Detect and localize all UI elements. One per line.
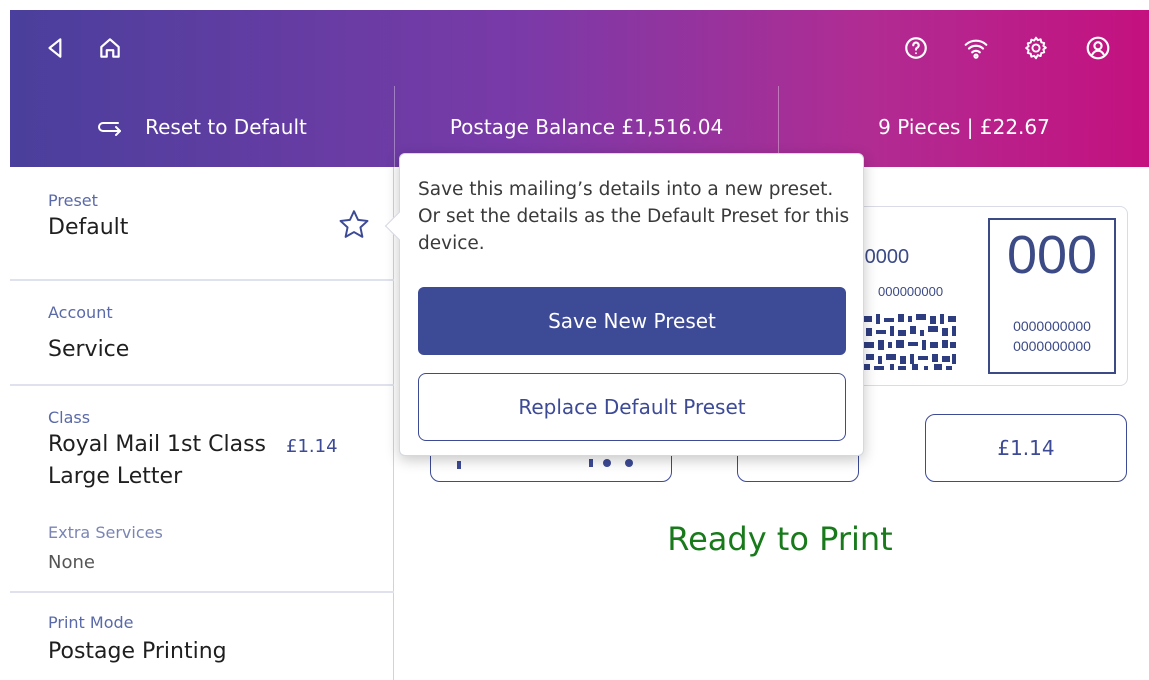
account-icon[interactable] bbox=[1080, 30, 1116, 66]
pieces-label: 9 Pieces | £22.67 bbox=[878, 114, 1050, 139]
indicium-line-1: 0000000000 bbox=[1013, 318, 1091, 334]
account-label: Account bbox=[48, 303, 113, 322]
sidebar-item-print-mode[interactable]: Print Mode Postage Printing bbox=[10, 593, 393, 680]
reset-label: Reset to Default bbox=[145, 114, 307, 139]
sidebar-item-extra-services[interactable]: Extra Services None bbox=[10, 512, 393, 588]
postage-value-label: £1.14 bbox=[997, 436, 1055, 460]
preset-label: Preset bbox=[48, 191, 98, 210]
help-icon[interactable] bbox=[898, 30, 934, 66]
class-value-line2: Large Letter bbox=[48, 464, 183, 489]
back-icon[interactable] bbox=[38, 30, 74, 66]
account-value: Service bbox=[48, 337, 130, 362]
replace-default-preset-button[interactable]: Replace Default Preset bbox=[418, 373, 846, 441]
stamp-small-number: 000000000 bbox=[878, 284, 944, 299]
save-preset-popover: Save this mailing’s details into a new p… bbox=[384, 153, 864, 456]
postage-balance-label: Postage Balance £1,516.04 bbox=[449, 114, 724, 139]
sidebar-item-class[interactable]: Class Royal Mail 1st Class Large Letter … bbox=[10, 386, 393, 506]
extra-services-label: Extra Services bbox=[48, 523, 163, 542]
save-new-preset-label: Save New Preset bbox=[548, 309, 716, 333]
home-icon[interactable] bbox=[92, 30, 128, 66]
wifi-icon[interactable] bbox=[958, 30, 994, 66]
top-bar: Reset to Default Postage Balance £1,516.… bbox=[10, 10, 1149, 167]
extra-services-value: None bbox=[48, 552, 95, 573]
popover-message: Save this mailing’s details into a new p… bbox=[418, 179, 850, 254]
postage-amount-digits: 000 bbox=[1006, 225, 1098, 285]
star-icon[interactable] bbox=[336, 207, 372, 243]
replace-default-preset-label: Replace Default Preset bbox=[518, 395, 746, 419]
save-new-preset-button[interactable]: Save New Preset bbox=[418, 287, 846, 355]
ready-status: Ready to Print bbox=[667, 520, 893, 558]
print-mode-value: Postage Printing bbox=[48, 639, 227, 664]
sidebar-item-preset[interactable]: Preset Default bbox=[10, 167, 393, 281]
print-mode-label: Print Mode bbox=[48, 613, 134, 632]
reset-to-default-button[interactable]: Reset to Default bbox=[10, 86, 394, 167]
sidebar: Preset Default Account Service Class Roy… bbox=[10, 167, 394, 680]
postage-indicium-box: 000 0000000000 0000000000 bbox=[988, 218, 1116, 374]
sidebar-item-account[interactable]: Account Service bbox=[10, 281, 393, 385]
postage-value-button[interactable]: £1.14 bbox=[925, 414, 1127, 482]
class-label: Class bbox=[48, 408, 91, 427]
stamp-number: )0000 bbox=[858, 246, 910, 268]
reset-icon bbox=[98, 121, 122, 136]
indicium-line-2: 0000000000 bbox=[1013, 338, 1091, 354]
weight-dots-icon bbox=[457, 459, 633, 469]
preset-value: Default bbox=[48, 215, 129, 240]
barcode-image bbox=[862, 312, 958, 372]
class-value-line1: Royal Mail 1st Class bbox=[48, 432, 267, 457]
settings-icon[interactable] bbox=[1018, 30, 1054, 66]
nav-row bbox=[10, 10, 1149, 86]
class-price: £1.14 bbox=[286, 436, 338, 457]
